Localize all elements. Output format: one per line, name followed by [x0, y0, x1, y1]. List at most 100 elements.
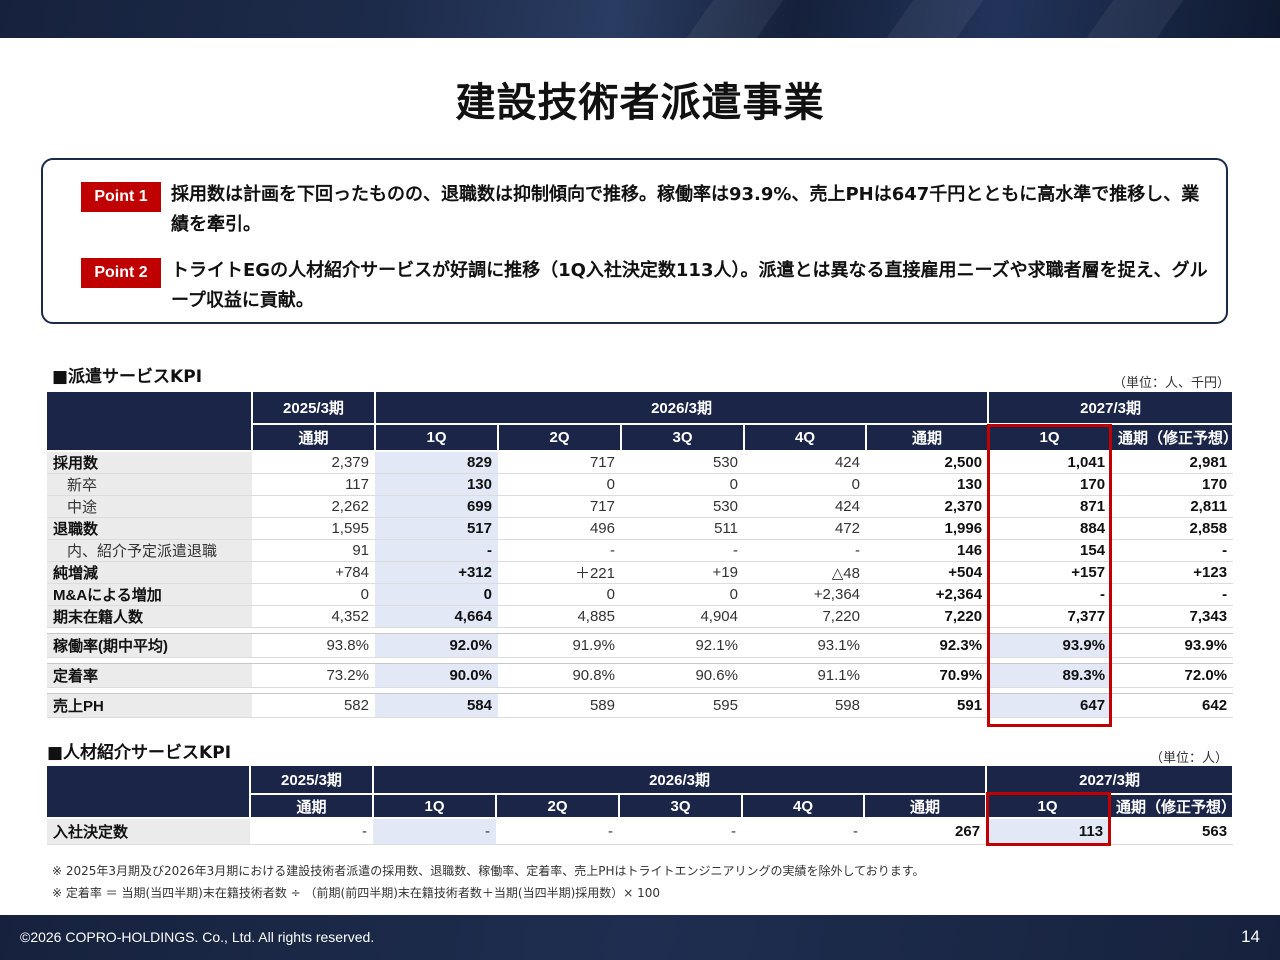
cell-value: 589 [498, 693, 621, 718]
cell-value: - [375, 539, 498, 562]
cell-value: 884 [988, 517, 1112, 540]
cell-value: 91.1% [744, 663, 866, 688]
cell-value: 146 [866, 539, 989, 562]
cell-value: 267 [864, 818, 987, 845]
header-blank [47, 766, 251, 819]
cell-value: 89.3% [988, 663, 1112, 688]
cell-value: 170 [988, 473, 1112, 496]
row-label: 稼働率(期中平均) [47, 633, 252, 658]
cell-value: 2,262 [252, 495, 375, 518]
cell-value: 2,370 [866, 495, 989, 518]
column-header-8: 通期（修正予想） [1111, 424, 1235, 452]
row-label: 退職数 [47, 517, 252, 540]
cell-value: 584 [375, 693, 498, 718]
cell-value: 530 [621, 495, 744, 518]
column-header-4: 3Q [619, 794, 743, 819]
cell-value: 0 [744, 473, 866, 496]
page-title: 建設技術者派遣事業 [455, 80, 825, 126]
column-header-8: 通期（修正予想） [1109, 794, 1235, 819]
cell-value: 1,595 [252, 517, 375, 540]
row-label: 定着率 [47, 663, 252, 688]
period-2027: 2027/3期 [988, 392, 1235, 425]
copyright: ©2026 COPRO-HOLDINGS. Co., Ltd. All righ… [20, 929, 375, 945]
cell-value: 0 [252, 583, 375, 606]
kpi-row: 稼働率(期中平均) 93.8% 92.0% 91.9% 92.1% 93.1% 92.3% 9… [47, 633, 1234, 658]
cell-value: 829 [375, 451, 498, 474]
column-header-5: 4Q [742, 794, 865, 819]
kpi-row: 売上PH 582 584 589 595 598 591 647 642 [47, 693, 1234, 718]
row-label: 入社決定数 [47, 818, 250, 845]
row-label: 採用数 [47, 451, 252, 474]
cell-value: 2,500 [866, 451, 989, 474]
cell-value: 511 [621, 517, 744, 540]
cell-value: +504 [866, 561, 989, 584]
cell-value: 73.2% [252, 663, 375, 688]
cell-value: 113 [986, 818, 1110, 845]
cell-value: 0 [498, 473, 621, 496]
cell-value: 117 [252, 473, 375, 496]
cell-value: 7,220 [866, 605, 989, 628]
cell-value: 424 [744, 451, 866, 474]
cell-value: 717 [498, 495, 621, 518]
dispatch-unit: （単位：人、千円） [1112, 376, 1230, 391]
cell-value: 871 [988, 495, 1112, 518]
column-header-2: 1Q [373, 794, 497, 819]
placement-period-header: 2025/3期 2026/3期 2027/3期 [47, 766, 1235, 819]
column-header-1: 通期 [252, 424, 376, 452]
cell-value: 530 [621, 451, 744, 474]
cell-value: 92.0% [375, 633, 498, 658]
column-header-1: 通期 [250, 794, 374, 819]
cell-value: 90.6% [621, 663, 744, 688]
column-header-3: 2Q [496, 794, 620, 819]
cell-value: △48 [744, 561, 866, 584]
period-2026: 2026/3期 [373, 766, 988, 795]
placement-kpi-table: 2025/3期 2026/3期 2027/3期 通期 1Q 2Q 3Q 4Q 通期 1Q 通期… [47, 766, 1235, 845]
cell-value: 2,858 [1111, 517, 1234, 540]
cell-value: 0 [375, 583, 498, 606]
note-2: ※ 定着率 ＝ 当期(当四半期)末在籍技術者数 ÷ （前期(前四半期)末在籍技術… [52, 886, 661, 900]
cell-value: 90.8% [498, 663, 621, 688]
cell-value: 4,904 [621, 605, 744, 628]
cell-value: 2,981 [1111, 451, 1234, 474]
column-header-7: 1Q [988, 424, 1113, 452]
column-header-5: 4Q [744, 424, 867, 452]
period-2025: 2025/3期 [250, 766, 374, 795]
point-1-tag: Point 1 [81, 182, 161, 212]
row-label: 売上PH [47, 693, 252, 718]
cell-value: 72.0% [1111, 663, 1234, 688]
row-label: 純増減 [47, 561, 252, 584]
cell-value: 0 [621, 583, 744, 606]
header-blank [47, 392, 253, 452]
column-header-3: 2Q [498, 424, 622, 452]
footer: ©2026 COPRO-HOLDINGS. Co., Ltd. All righ… [0, 915, 1280, 960]
cell-value: 90.0% [375, 663, 498, 688]
cell-value: 93.9% [1111, 633, 1234, 658]
cell-value: - [744, 539, 866, 562]
cell-value: 717 [498, 451, 621, 474]
cell-value: - [373, 818, 496, 845]
dispatch-period-header: 2025/3期 2026/3期 2027/3期 [47, 392, 1235, 452]
row-label: 中途 [47, 495, 252, 518]
cell-value: +784 [252, 561, 375, 584]
cell-value: 7,377 [988, 605, 1112, 628]
cell-value: ＋221 [498, 561, 621, 584]
cell-value: - [619, 818, 742, 845]
cell-value: 563 [1109, 818, 1234, 845]
kpi-row: 中途 2,262 699 717 530 424 2,370 871 2,811 [47, 495, 1234, 518]
cell-value: +312 [375, 561, 498, 584]
page-number: 14 [1241, 927, 1260, 946]
kpi-row: 入社決定数 - - - - -267 113 563 [47, 818, 1234, 845]
cell-value: 4,352 [252, 605, 375, 628]
cell-value: - [1111, 539, 1234, 562]
period-2026: 2026/3期 [375, 392, 990, 425]
cell-value: 595 [621, 693, 744, 718]
dispatch-kpi-title: ■派遣サービスKPI [52, 367, 203, 387]
cell-value: 699 [375, 495, 498, 518]
cell-value: 93.1% [744, 633, 866, 658]
cell-value: - [621, 539, 744, 562]
point-1-text: 採用数は計画を下回ったものの、退職数は抑制傾向で推移。稼働率は93.9%、売上P… [171, 184, 1200, 235]
cell-value: 2,811 [1111, 495, 1234, 518]
cell-value: 647 [988, 693, 1112, 718]
cell-value: +2,364 [744, 583, 866, 606]
cell-value: 7,343 [1111, 605, 1234, 628]
